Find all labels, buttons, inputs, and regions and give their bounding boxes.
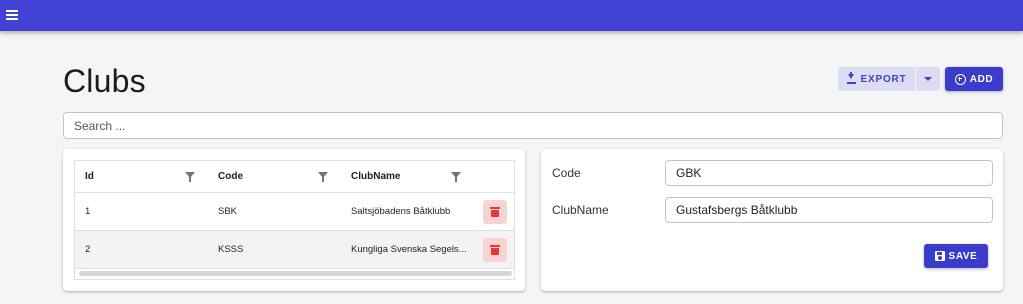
delete-row-button[interactable] (483, 200, 507, 224)
club-name-label: ClubName (552, 203, 609, 217)
save-icon (934, 251, 945, 261)
app-bar (0, 0, 1023, 31)
table-row[interactable]: 2 KSSS Kungliga Svenska Segels... (75, 231, 514, 269)
column-header-clubname[interactable]: ClubName (351, 161, 400, 193)
delete-row-button[interactable] (483, 238, 507, 262)
clubs-grid-card: Id Code ClubName 1 SBK Saltsjöbadens Båt… (63, 149, 525, 291)
cell-id: 1 (85, 206, 91, 217)
caret-down-icon (924, 77, 932, 81)
cell-club-name: Kungliga Svenska Segels... (351, 244, 467, 255)
export-button-group: EXPORT (838, 67, 940, 91)
export-button[interactable]: EXPORT (838, 67, 915, 91)
club-name-field[interactable] (665, 197, 993, 223)
horizontal-scrollbar[interactable] (79, 271, 512, 276)
code-label: Code (552, 166, 581, 180)
table-row[interactable]: 1 SBK Saltsjöbadens Båtklubb (75, 193, 514, 231)
page-title: Clubs (63, 63, 146, 99)
clubs-data-grid: Id Code ClubName 1 SBK Saltsjöbadens Båt… (74, 160, 515, 280)
grid-header: Id Code ClubName (75, 161, 514, 193)
hamburger-menu-icon[interactable] (4, 6, 22, 24)
cell-code: KSSS (218, 244, 244, 255)
filter-icon[interactable] (451, 172, 461, 182)
save-button-label: SAVE (948, 250, 978, 262)
filter-icon[interactable] (185, 172, 195, 182)
save-button[interactable]: SAVE (924, 244, 988, 268)
column-header-id[interactable]: Id (85, 161, 94, 193)
filter-icon[interactable] (318, 172, 328, 182)
add-button-label: ADD (969, 73, 994, 85)
trash-icon (490, 245, 500, 255)
trash-icon (490, 207, 500, 217)
code-field[interactable] (665, 160, 993, 186)
download-icon (846, 72, 856, 84)
cell-code: SBK (218, 206, 238, 217)
cell-club-name: Saltsjöbadens Båtklubb (351, 206, 451, 217)
cell-id: 2 (85, 244, 91, 255)
add-button[interactable]: ADD (945, 67, 1003, 91)
club-edit-card: Code ClubName SAVE (541, 149, 1003, 291)
add-circle-icon (954, 73, 966, 85)
export-dropdown-button[interactable] (916, 67, 940, 91)
search-input[interactable] (63, 112, 1003, 139)
column-header-code[interactable]: Code (218, 161, 243, 193)
export-button-label: EXPORT (860, 73, 907, 85)
